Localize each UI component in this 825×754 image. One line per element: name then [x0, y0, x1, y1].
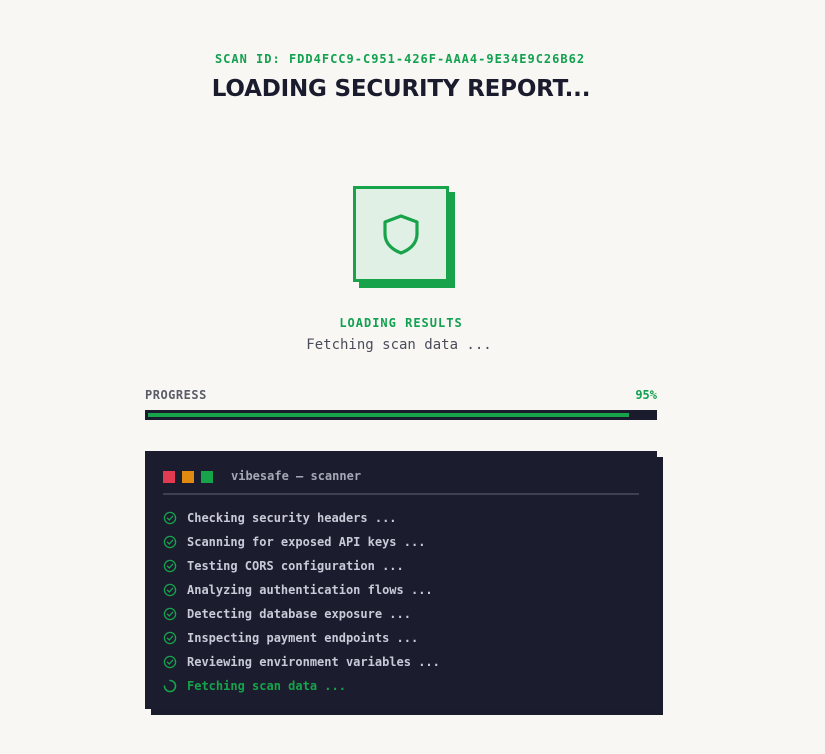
terminal-line-text: Detecting database exposure ...: [187, 607, 411, 621]
terminal-line-text: Reviewing environment variables ...: [187, 655, 440, 669]
terminal-line: Detecting database exposure ...: [163, 602, 440, 626]
page-title: LOADING SECURITY REPORT...: [211, 76, 591, 102]
terminal-line-text: Checking security headers ...: [187, 511, 397, 525]
check-circle-icon: [163, 559, 177, 573]
terminal-line: Reviewing environment variables ...: [163, 650, 440, 674]
check-circle-icon: [163, 631, 177, 645]
terminal-panel: vibesafe — scanner Checking security hea…: [145, 451, 657, 709]
terminal-line: Testing CORS configuration ...: [163, 554, 440, 578]
terminal-line: Inspecting payment endpoints ...: [163, 626, 440, 650]
check-circle-icon: [163, 535, 177, 549]
terminal-header: vibesafe — scanner: [163, 469, 639, 495]
terminal-line-text: Fetching scan data ...: [187, 679, 346, 693]
shield-icon: [383, 214, 419, 255]
scan-id: SCAN ID: FDD4FCC9-C951-426F-AAA4-9E34E9C…: [214, 52, 586, 66]
check-circle-icon: [163, 511, 177, 525]
terminal-line-text: Testing CORS configuration ...: [187, 559, 404, 573]
check-circle-icon: [163, 655, 177, 669]
terminal-line: Analyzing authentication flows ...: [163, 578, 440, 602]
terminal-line-text: Inspecting payment endpoints ...: [187, 631, 419, 645]
progress-bar: [145, 410, 657, 420]
check-circle-icon: [163, 583, 177, 597]
progress-value: 95%: [635, 388, 657, 402]
progress-label: PROGRESS: [145, 388, 207, 402]
close-dot-icon: [163, 471, 175, 483]
terminal-line: Checking security headers ...: [163, 506, 440, 530]
status-label: LOADING RESULTS: [339, 316, 463, 330]
check-circle-icon: [163, 607, 177, 621]
spinner-icon: [163, 679, 177, 693]
status-subtitle: Fetching scan data ...: [306, 337, 492, 353]
terminal-title: vibesafe — scanner: [231, 469, 362, 483]
terminal-line-text: Scanning for exposed API keys ...: [187, 535, 426, 549]
progress-fill: [148, 413, 629, 417]
terminal-line: Scanning for exposed API keys ...: [163, 530, 440, 554]
terminal-line-text: Analyzing authentication flows ...: [187, 583, 433, 597]
minimize-dot-icon: [182, 471, 194, 483]
maximize-dot-icon: [201, 471, 213, 483]
terminal-line: Fetching scan data ...: [163, 674, 440, 698]
shield-box: [353, 186, 449, 282]
terminal-lines: Checking security headers ... Scanning fo…: [163, 506, 440, 698]
